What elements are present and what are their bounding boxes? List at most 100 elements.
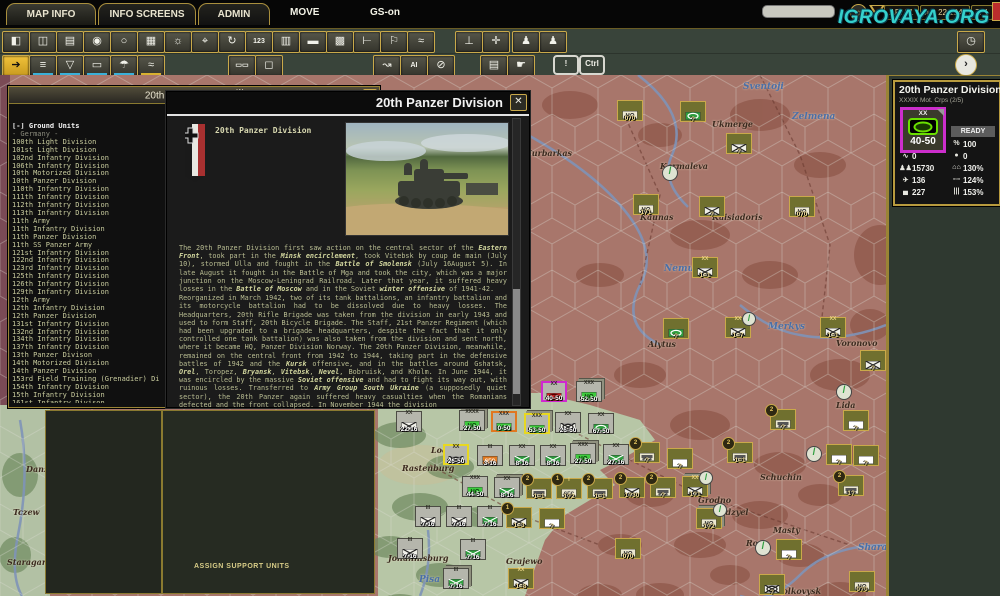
map-unit-counter[interactable]: XX1=7/ [725, 317, 751, 338]
map-unit-counter[interactable]: XX1=1 [820, 317, 846, 338]
map-unit-counter[interactable]: ? [776, 539, 802, 560]
map-unit-counter[interactable]: HQ070 [789, 196, 815, 217]
storage-box-icon[interactable]: ◻ [255, 55, 283, 77]
map-unit-counter[interactable]: ? [663, 318, 689, 339]
time-gear-icon[interactable]: ☼ [164, 31, 192, 53]
ai-off-icon[interactable]: ⊘ [427, 55, 455, 77]
ship-transport-icon[interactable]: ▽ [56, 55, 84, 77]
map-unit-counter[interactable]: ISEC1?21 [556, 478, 582, 499]
map-unit-counter[interactable]: ? [726, 133, 752, 154]
map-unit-counter[interactable]: 1=12 [526, 478, 552, 499]
map-unit-counter[interactable]: ? [759, 574, 785, 595]
map-unit-counter[interactable]: XXXHQ44-50 [462, 476, 488, 497]
partisan-icon[interactable]: / [806, 446, 822, 462]
map-unit-counter[interactable]: 1?302 [619, 477, 645, 498]
map-unit-counter[interactable]: ? [826, 444, 852, 465]
railcars-icon[interactable]: ▭▭ [228, 55, 256, 77]
gs-toggle-label[interactable]: GS-on [370, 7, 400, 18]
ground-units-list[interactable]: [-] Ground Units- Germany -100th Light D… [12, 123, 162, 403]
barge-transport-icon[interactable]: ▭ [83, 55, 111, 77]
map-unit-counter[interactable]: XXXHQ27-50 [570, 443, 596, 464]
map-unit-counter[interactable]: XX67-50 [588, 413, 614, 434]
naval-production-icon[interactable]: ▬ [299, 31, 327, 53]
partisan-icon[interactable]: / [662, 165, 678, 181]
map-unit-counter[interactable]: HQ171 [633, 194, 659, 215]
map-unit-counter[interactable]: XX1?1/ [682, 476, 708, 497]
tab-admin[interactable]: ADMIN [198, 3, 270, 25]
select-ring-icon[interactable]: ○ [110, 31, 138, 53]
soldier-flag-icon[interactable]: ♟ [539, 31, 567, 53]
map-unit-counter[interactable]: HQ070 [617, 100, 643, 121]
unit-counter-preview[interactable]: XX 40-50 [900, 107, 946, 153]
radio-tower-icon[interactable]: ⌖ [191, 31, 219, 53]
map-unit-counter[interactable]: ? [667, 448, 693, 469]
map-unit-counter[interactable]: XX8-16 [509, 445, 535, 466]
ai-move-icon[interactable]: AI [400, 55, 428, 77]
map-unit-counter[interactable]: XXXHQ0-50 [491, 411, 517, 432]
hand-assign-icon[interactable]: ☛ [507, 55, 535, 77]
map-unit-counter[interactable]: ? [843, 410, 869, 431]
map-unit-counter[interactable]: XXXXHQ27-50 [459, 410, 485, 431]
map-mode-icon[interactable]: ▤ [56, 31, 84, 53]
landing-wave-icon[interactable]: ≈ [407, 31, 435, 53]
map-unit-counter[interactable]: ? [680, 101, 706, 122]
map-unit-counter[interactable]: ? [699, 196, 725, 217]
map-screens-icon[interactable]: ◫ [29, 31, 57, 53]
tab-info-screens[interactable]: INFO SCREENS [98, 3, 196, 25]
rail-transport-icon[interactable]: ≡ [29, 55, 57, 77]
close-icon[interactable]: ✕ [510, 94, 527, 111]
tab-map-info[interactable]: MAP INFO [6, 3, 96, 25]
move-mode-icon[interactable]: ➔ [2, 55, 30, 77]
rotate-units-icon[interactable]: ↻ [218, 31, 246, 53]
map-unit-counter[interactable]: HQ070 [615, 538, 641, 559]
map-unit-counter[interactable]: 1?2 [838, 475, 864, 496]
partisan-icon[interactable]: / [836, 384, 852, 400]
map-unit-counter[interactable]: 1=12 [587, 478, 613, 499]
add-soldier-icon[interactable]: ♟ [512, 31, 540, 53]
ctrl-key[interactable]: Ctrl [579, 55, 605, 75]
map-unit-counter[interactable]: ?2 [634, 442, 660, 463]
ledger-factory-icon[interactable]: ▤ [480, 55, 508, 77]
map-unit-counter[interactable]: XX8-16 [540, 445, 566, 466]
map-unit-counter[interactable]: XX26-50 [555, 412, 581, 433]
unit-list-item[interactable]: 161st Infantry Divison [12, 400, 162, 403]
map-unit-counter[interactable]: IIISEC3-16 [477, 445, 503, 466]
shift-key[interactable]: ! [553, 55, 579, 75]
unit-dots-icon[interactable]: ◉ [83, 31, 111, 53]
map-unit-counter[interactable]: 1=31 [506, 507, 532, 528]
paradrop-icon[interactable]: ☂ [110, 55, 138, 77]
map-unit-counter[interactable]: XXXHQ52-50 [576, 381, 602, 402]
map-unit-counter[interactable]: XXXHQ53-50 [524, 413, 550, 434]
map-unit-counter[interactable]: XX8-16 [494, 477, 520, 498]
assign-support-units-link[interactable]: ASSIGN SUPPORT UNITS [194, 563, 290, 570]
map-unit-counter[interactable]: XX1=1 [692, 257, 718, 278]
map-unit-counter[interactable]: III7-16 [397, 538, 423, 559]
flag-icon[interactable]: ⚐ [380, 31, 408, 53]
map-unit-counter[interactable]: III7-16 [477, 506, 503, 527]
grid-production-icon[interactable]: ▩ [326, 31, 354, 53]
history-scrollbar[interactable] [512, 118, 521, 406]
map-unit-counter[interactable]: HQ1?2/ [696, 508, 722, 529]
map-unit-counter[interactable]: III7-16 [415, 506, 441, 527]
map-unit-counter[interactable]: XX1=8 [508, 568, 534, 589]
map-unit-counter[interactable]: XX22-16 [396, 411, 422, 432]
map-unit-counter[interactable]: XX27-16 [603, 444, 629, 465]
unit-density-icon[interactable]: ▥ [272, 31, 300, 53]
map-unit-counter[interactable]: III7-16 [446, 506, 472, 527]
amphibious-icon[interactable]: ≈ [137, 55, 165, 77]
partisan-icon[interactable]: / [755, 540, 771, 556]
map-unit-counter[interactable]: XX26-50 [443, 444, 469, 465]
map-unit-counter[interactable]: III7-16 [460, 539, 486, 560]
turn-clock-icon[interactable]: ◷ [957, 31, 985, 53]
scrollbar-thumb[interactable] [513, 289, 520, 394]
map-unit-counter[interactable]: ? [860, 350, 886, 371]
signpost-icon[interactable]: ⊢ [353, 31, 381, 53]
map-unit-counter[interactable]: XX40-50 [541, 381, 567, 402]
anti-air-icon[interactable]: ✛ [482, 31, 510, 53]
next-unit-icon[interactable]: › [955, 54, 977, 76]
convoy-icon[interactable]: ▦ [137, 31, 165, 53]
report-arrow-icon[interactable]: ↝ [373, 55, 401, 77]
map-unit-counter[interactable]: 1=12 [727, 442, 753, 463]
map-unit-counter[interactable]: HQ0?0 [849, 571, 875, 592]
map-unit-counter[interactable]: ? [539, 508, 565, 529]
